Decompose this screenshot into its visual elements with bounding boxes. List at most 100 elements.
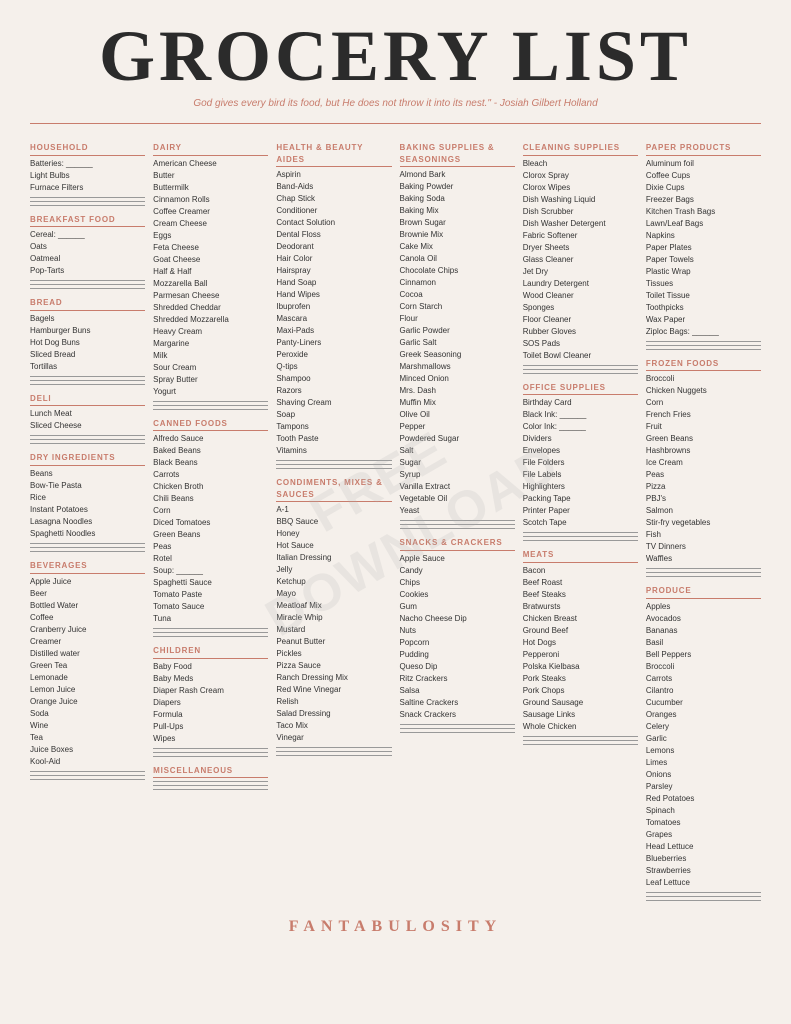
blank-line [30,771,145,772]
list-item: Bleach [523,158,638,170]
blank-line [400,520,515,521]
blank-line [153,405,268,406]
list-item: Clorox Wipes [523,182,638,194]
list-item: Strawberries [646,865,761,877]
list-item: Chicken Broth [153,481,268,493]
list-item: Shredded Mozzarella [153,314,268,326]
list-item: Pudding [400,649,515,661]
list-item: Chips [400,577,515,589]
list-item: Furnace Filters [30,182,145,194]
list-item: Beef Roast [523,577,638,589]
list-item: Chicken Nuggets [646,385,761,397]
list-item: Highlighters [523,481,638,493]
list-item: Apple Sauce [400,553,515,565]
blank-line [276,468,391,469]
list-item: Ziploc Bags: ______ [646,326,761,338]
list-item: Baking Mix [400,205,515,217]
list-item: Freezer Bags [646,194,761,206]
list-item: Blueberries [646,853,761,865]
list-item: Rubber Gloves [523,326,638,338]
section-title-4-1: OFFICE SUPPLIES [523,382,638,396]
list-item: Avocados [646,613,761,625]
list-item: Aspirin [276,169,391,181]
list-item: Pork Steaks [523,673,638,685]
list-item: Heavy Cream [153,326,268,338]
list-item: Dixie Cups [646,182,761,194]
list-item: Cilantro [646,685,761,697]
list-item: Canola Oil [400,253,515,265]
list-item: Honey [276,528,391,540]
column-5: PAPER PRODUCTSAluminum foilCoffee CupsDi… [646,134,761,904]
list-item: Juice Boxes [30,744,145,756]
blank-line [30,380,145,381]
blank-line [646,568,761,569]
blank-line [30,551,145,552]
section-title-2-0: HEALTH & BEAUTY AIDES [276,142,391,167]
blank-line [30,435,145,436]
list-item: Toothpicks [646,302,761,314]
list-item: Contact Solution [276,217,391,229]
blank-line [646,892,761,893]
blank-line [30,205,145,206]
list-item: Jelly [276,564,391,576]
list-item: Mascara [276,313,391,325]
list-item: Feta Cheese [153,242,268,254]
blank-line [646,349,761,350]
list-item: Baby Meds [153,673,268,685]
blank-line [646,900,761,901]
list-item: Marshmallows [400,361,515,373]
list-item: File Labels [523,469,638,481]
section-title-4-0: CLEANING SUPPLIES [523,142,638,156]
list-item: Cream Cheese [153,218,268,230]
list-item: Chili Beans [153,493,268,505]
list-item: Onions [646,769,761,781]
blank-line [30,376,145,377]
list-item: Tampons [276,421,391,433]
blank-line [30,547,145,548]
section-title-0-0: HOUSEHOLD [30,142,145,156]
list-item: Taco Mix [276,720,391,732]
blank-line [153,636,268,637]
list-item: Dividers [523,433,638,445]
list-item: Head Lettuce [646,841,761,853]
list-item: Paper Towels [646,254,761,266]
list-item: Conditioner [276,205,391,217]
blank-line [523,532,638,533]
list-item: Pepper [400,421,515,433]
list-item: Black Ink: ______ [523,409,638,421]
list-item: Syrup [400,469,515,481]
brand-footer: FANTABULOSITY [30,918,761,936]
blank-line [153,752,268,753]
list-item: Hot Dog Buns [30,337,145,349]
blank-line [276,751,391,752]
blank-line [400,528,515,529]
list-item: Hamburger Buns [30,325,145,337]
blank-line [400,728,515,729]
list-item: Celery [646,721,761,733]
list-item: Formula [153,709,268,721]
column-3: BAKING SUPPLIES & SEASONINGSAlmond BarkB… [400,134,515,904]
list-item: Garlic Powder [400,325,515,337]
list-item: Color Ink: ______ [523,421,638,433]
list-item: Cucumber [646,697,761,709]
blank-line [153,632,268,633]
blank-line [30,284,145,285]
list-item: Bananas [646,625,761,637]
list-item: Lemon Juice [30,684,145,696]
list-item: Diapers [153,697,268,709]
blank-line [646,896,761,897]
blank-line [400,524,515,525]
list-item: Ground Sausage [523,697,638,709]
list-item: Apples [646,601,761,613]
list-item: Buttermilk [153,182,268,194]
list-item: Chap Stick [276,193,391,205]
blank-line [646,572,761,573]
list-item: Fruit [646,421,761,433]
blank-line [523,744,638,745]
list-item: Brownie Mix [400,229,515,241]
list-item: Shampoo [276,373,391,385]
list-item: Cocoa [400,289,515,301]
list-item: Yeast [400,505,515,517]
section-title-0-4: DRY INGREDIENTS [30,452,145,466]
list-item: Wood Cleaner [523,290,638,302]
